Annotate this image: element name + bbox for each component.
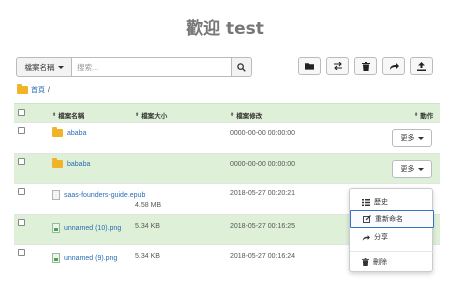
document-icon bbox=[52, 190, 60, 200]
column-actions-header: ⬍ 動作 bbox=[414, 112, 434, 120]
file-size: 5.34 KB bbox=[135, 253, 160, 260]
folder-icon bbox=[17, 84, 28, 94]
move-button[interactable] bbox=[326, 57, 349, 75]
table-header: ⬍ 檔案名稱 ⬍ 檔案大小 ⬍ 檔案修改 ⬍ 動作 bbox=[14, 103, 440, 122]
row-checkbox[interactable] bbox=[18, 249, 25, 256]
row-checkbox[interactable] bbox=[18, 188, 25, 195]
menu-item-rename[interactable]: 重新命名 bbox=[350, 210, 434, 228]
upload-icon bbox=[417, 61, 426, 71]
sort-icon: ⬍ bbox=[414, 112, 419, 118]
share-icon bbox=[362, 234, 370, 241]
file-date: 2018-05-27 00:16:25 bbox=[230, 223, 295, 230]
column-size-header[interactable]: ⬍ 檔案大小 bbox=[135, 110, 167, 120]
file-name-link[interactable]: bababa bbox=[52, 158, 90, 168]
table-row[interactable]: bababa 0000-00-00 00:00:00 更多 bbox=[14, 153, 440, 183]
image-file-icon bbox=[52, 223, 60, 233]
more-actions-button[interactable]: 更多 bbox=[392, 160, 432, 178]
select-all-checkbox[interactable] bbox=[18, 109, 25, 116]
breadcrumb: 首頁 / bbox=[17, 84, 50, 95]
sort-icon: ⬍ bbox=[52, 112, 57, 118]
file-name-link[interactable]: unnamed (10).png bbox=[52, 223, 121, 233]
row-checkbox[interactable] bbox=[18, 158, 25, 165]
row-checkbox[interactable] bbox=[18, 219, 25, 226]
breadcrumb-separator: / bbox=[48, 86, 50, 94]
table-row[interactable]: ababa 0000-00-00 00:00:00 更多 bbox=[14, 122, 440, 153]
menu-divider bbox=[350, 251, 434, 252]
page-title: 歡迎 test bbox=[186, 19, 264, 39]
search-icon bbox=[237, 62, 246, 72]
file-size: 4.58 MB bbox=[135, 202, 162, 209]
file-name-link[interactable]: saas-founders-guide.epub bbox=[52, 190, 145, 200]
search-field-select[interactable]: 檔案名稱 bbox=[16, 57, 72, 77]
search-button[interactable] bbox=[232, 57, 252, 77]
more-actions-menu: 歷史 重新命名 分享 刪除 bbox=[349, 188, 434, 272]
breadcrumb-home-link[interactable]: 首頁 bbox=[31, 85, 45, 95]
menu-item-history[interactable]: 歷史 bbox=[350, 193, 434, 211]
folder-icon bbox=[52, 127, 63, 137]
file-name-link[interactable]: ababa bbox=[52, 127, 86, 137]
transfer-icon bbox=[333, 62, 342, 70]
trash-icon bbox=[362, 258, 369, 266]
toolbar bbox=[298, 57, 433, 75]
list-icon bbox=[362, 198, 370, 206]
image-file-icon bbox=[52, 253, 60, 263]
column-modified-header[interactable]: ⬍ 檔案修改 bbox=[230, 110, 262, 120]
menu-item-delete[interactable]: 刪除 bbox=[350, 253, 434, 271]
chevron-down-icon bbox=[57, 65, 64, 69]
delete-button[interactable] bbox=[354, 57, 377, 75]
new-folder-button[interactable] bbox=[298, 57, 321, 75]
search-input[interactable] bbox=[72, 57, 232, 77]
file-date: 0000-00-00 00:00:00 bbox=[230, 161, 295, 168]
folder-icon bbox=[52, 158, 63, 168]
sort-icon: ⬍ bbox=[135, 112, 140, 118]
column-name-header[interactable]: ⬍ 檔案名稱 bbox=[52, 110, 84, 120]
row-checkbox[interactable] bbox=[18, 127, 25, 134]
edit-icon bbox=[363, 215, 371, 223]
file-date: 2018-05-27 00:20:21 bbox=[230, 190, 295, 197]
search-bar: 檔案名稱 bbox=[16, 57, 252, 77]
file-name-link[interactable]: unnamed (9).png bbox=[52, 253, 117, 263]
upload-button[interactable] bbox=[410, 57, 433, 75]
share-icon bbox=[389, 63, 399, 70]
menu-item-share[interactable]: 分享 bbox=[350, 228, 434, 246]
file-size: 5.34 KB bbox=[135, 223, 160, 230]
share-button[interactable] bbox=[382, 57, 405, 75]
search-field-select-label: 檔案名稱 bbox=[24, 62, 55, 72]
file-date: 0000-00-00 00:00:00 bbox=[230, 130, 295, 137]
trash-icon bbox=[361, 61, 370, 71]
file-date: 2018-05-27 00:16:24 bbox=[230, 253, 295, 260]
chevron-down-icon bbox=[417, 136, 424, 140]
more-actions-button[interactable]: 更多 bbox=[392, 129, 432, 147]
chevron-down-icon bbox=[417, 167, 424, 171]
sort-icon: ⬍ bbox=[230, 112, 235, 118]
folder-icon bbox=[305, 63, 314, 70]
